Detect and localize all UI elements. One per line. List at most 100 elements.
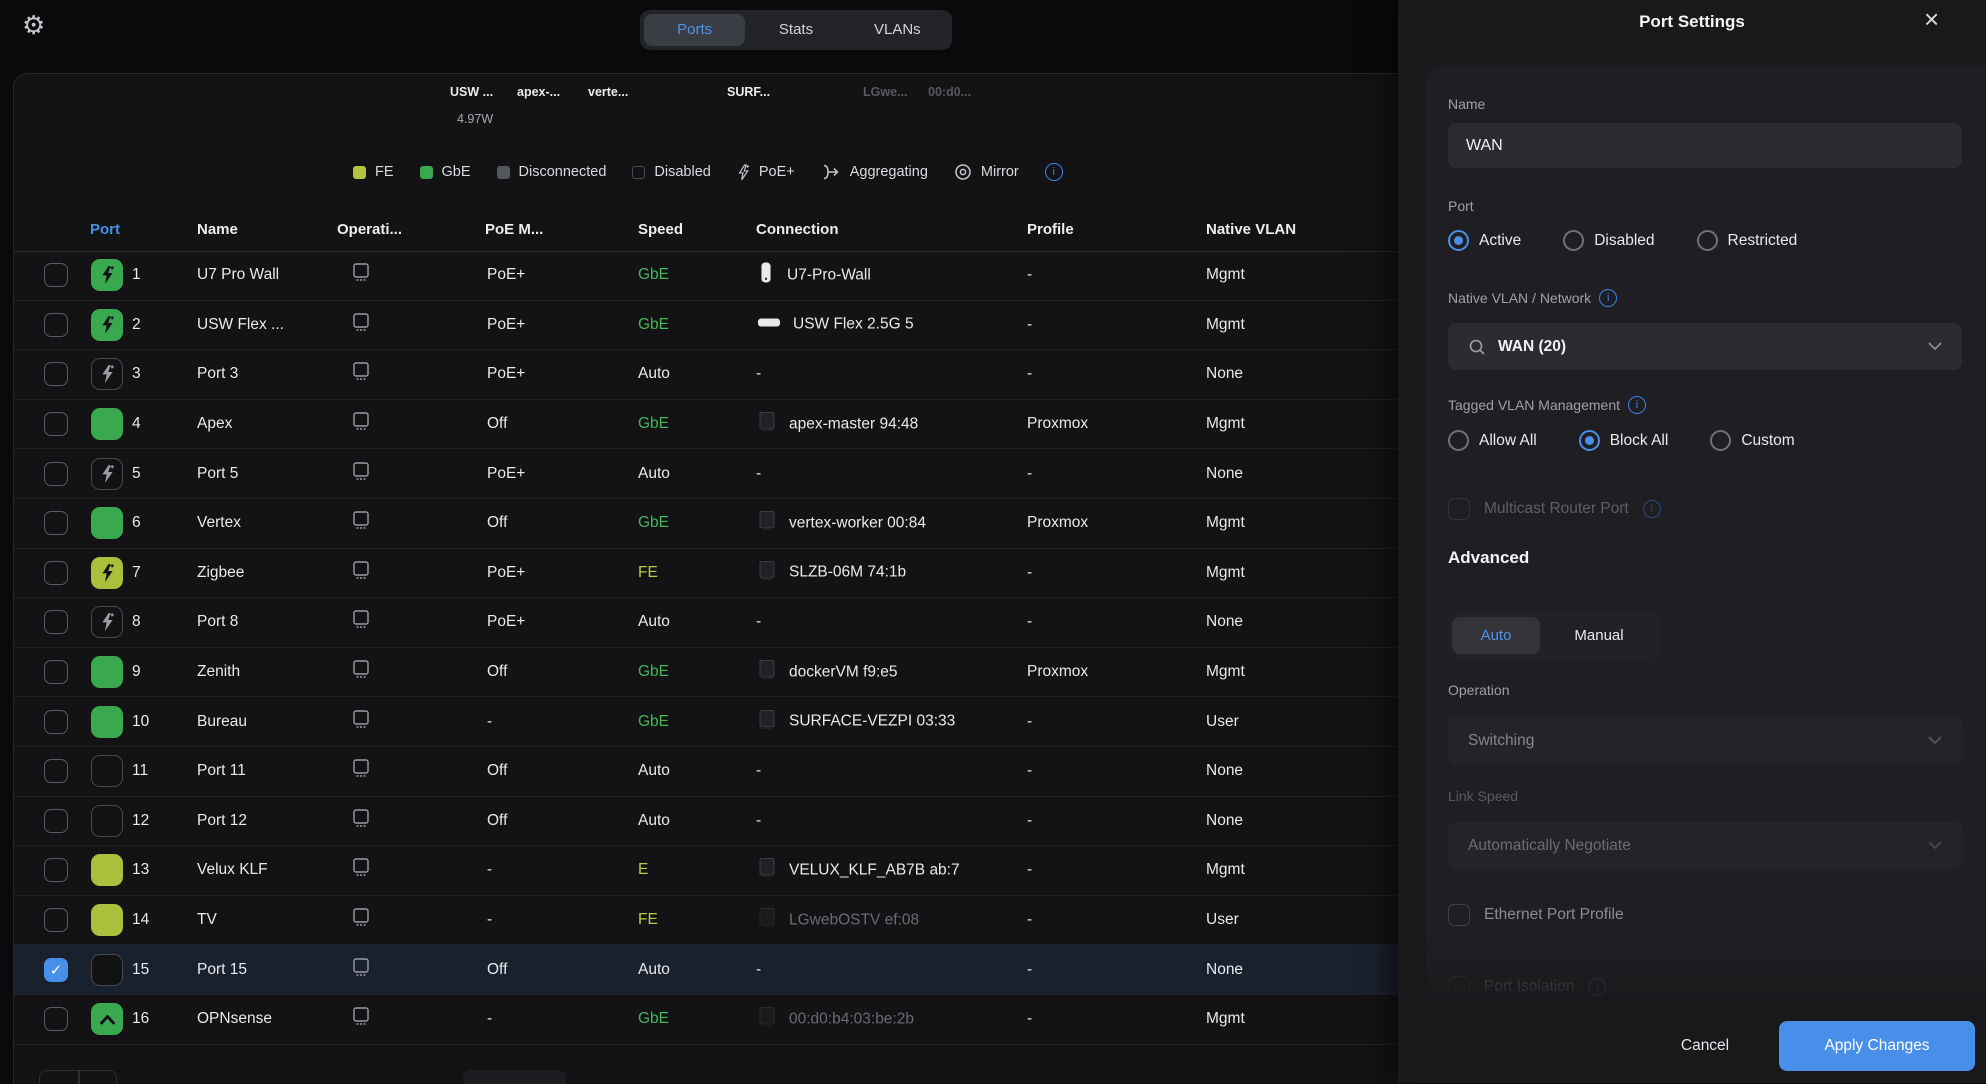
- legend-info-icon[interactable]: i: [1045, 163, 1063, 181]
- table-row-port-10[interactable]: 10Bureau-GbESURFACE-VEZPI 03:33-User: [14, 697, 1414, 747]
- pagination-next-button[interactable]: [79, 1070, 117, 1084]
- port-number: 10: [132, 713, 168, 731]
- row-checkbox-cell: [44, 858, 68, 882]
- switch-port-device-icon: [349, 1005, 373, 1029]
- tagged-vlan-info-icon[interactable]: i: [1628, 396, 1646, 414]
- close-icon[interactable]: ×: [1924, 6, 1939, 32]
- gbe-color-chip: [420, 166, 433, 179]
- row-checkbox[interactable]: ✓: [44, 958, 68, 982]
- header-name[interactable]: Name: [197, 221, 238, 238]
- table-row-port-4[interactable]: 4ApexOffGbEapex-master 94:48ProxmoxMgmt: [14, 400, 1414, 450]
- port-number: 2: [132, 316, 168, 334]
- ethernet-port-profile-checkbox[interactable]: [1448, 904, 1470, 926]
- row-checkbox[interactable]: [44, 561, 68, 585]
- radio-active[interactable]: Active: [1448, 230, 1521, 251]
- table-row-port-7[interactable]: 7ZigbeePoE+FESLZB-06M 74:1b-Mgmt: [14, 549, 1414, 599]
- table-row-port-1[interactable]: 1U7 Pro WallPoE+GbEU7-Pro-Wall-Mgmt: [14, 251, 1414, 301]
- row-checkbox[interactable]: [44, 263, 68, 287]
- table-row-port-16[interactable]: 16OPNsense-GbE00:d0:b4:03:be:2b-Mgmt: [14, 995, 1414, 1045]
- row-checkbox[interactable]: [44, 710, 68, 734]
- row-checkbox[interactable]: [44, 462, 68, 486]
- port-number: 16: [132, 1010, 168, 1028]
- table-row-port-5[interactable]: 5Port 5PoE+Auto--None: [14, 449, 1414, 499]
- table-row-port-3[interactable]: 3Port 3PoE+Auto--None: [14, 350, 1414, 400]
- switch-port-device-icon: [349, 955, 373, 979]
- radio-disabled[interactable]: Disabled: [1563, 230, 1654, 251]
- row-checkbox[interactable]: [44, 660, 68, 684]
- table-row-port-9[interactable]: 9ZenithOffGbEdockerVM f9:e5ProxmoxMgmt: [14, 648, 1414, 698]
- row-checkbox[interactable]: [44, 759, 68, 783]
- row-checkbox[interactable]: [44, 809, 68, 833]
- table-row-port-15[interactable]: ✓15Port 15OffAuto--None: [14, 945, 1414, 995]
- row-checkbox-cell: [44, 313, 68, 337]
- tab-vlans[interactable]: VLANs: [847, 14, 948, 46]
- connection-cell: -: [756, 613, 761, 631]
- multicast-info-icon[interactable]: i: [1643, 500, 1661, 518]
- apply-changes-button[interactable]: Apply Changes: [1779, 1021, 1975, 1071]
- port-status-icon: [91, 805, 123, 837]
- table-row-port-8[interactable]: 8Port 8PoE+Auto--None: [14, 598, 1414, 648]
- header-profile[interactable]: Profile: [1027, 221, 1074, 238]
- connection-name: -: [756, 812, 761, 830]
- table-row-port-2[interactable]: 2USW Flex ...PoE+GbEUSW Flex 2.5G 5-Mgmt: [14, 301, 1414, 351]
- table-row-port-14[interactable]: 14TV-FELGwebOSTV ef:08-User: [14, 896, 1414, 946]
- row-checkbox[interactable]: [44, 511, 68, 535]
- table-row-port-11[interactable]: 11Port 11OffAuto--None: [14, 747, 1414, 797]
- connection-cell: -: [756, 762, 761, 780]
- speed-value: GbE: [638, 663, 669, 681]
- row-checkbox[interactable]: [44, 412, 68, 436]
- radio-custom[interactable]: Custom: [1710, 430, 1794, 451]
- row-checkbox-cell: [44, 809, 68, 833]
- tab-stats[interactable]: Stats: [745, 14, 846, 46]
- radio-allow-all[interactable]: Allow All: [1448, 430, 1537, 451]
- row-checkbox[interactable]: [44, 362, 68, 386]
- header-operation[interactable]: Operati...: [337, 221, 402, 238]
- name-input[interactable]: WAN: [1448, 123, 1962, 168]
- table-row-port-12[interactable]: 12Port 12OffAuto--None: [14, 797, 1414, 847]
- connection-cell: 00:d0:b4:03:be:2b: [756, 1005, 914, 1034]
- row-checkbox[interactable]: [44, 858, 68, 882]
- port-status-icon: [91, 458, 123, 490]
- row-checkbox[interactable]: [44, 610, 68, 634]
- port-status-icon: [91, 358, 123, 390]
- multicast-router-port-checkbox[interactable]: [1448, 498, 1470, 520]
- row-checkbox[interactable]: [44, 313, 68, 337]
- native-vlan-info-icon[interactable]: i: [1599, 289, 1617, 307]
- header-poe-mode[interactable]: PoE M...: [485, 221, 543, 238]
- radio-restricted[interactable]: Restricted: [1697, 230, 1798, 251]
- server-device-icon: [756, 906, 778, 935]
- header-speed[interactable]: Speed: [638, 221, 683, 238]
- ap-device-icon: [756, 260, 776, 291]
- mode-manual-button[interactable]: Manual: [1540, 617, 1658, 654]
- page-size-button[interactable]: [463, 1070, 566, 1084]
- header-connection[interactable]: Connection: [756, 221, 839, 238]
- mode-auto-button[interactable]: Auto: [1452, 617, 1540, 654]
- row-checkbox[interactable]: [44, 908, 68, 932]
- connection-cell: -: [756, 961, 761, 979]
- cancel-button[interactable]: Cancel: [1650, 1021, 1760, 1071]
- search-icon: [1468, 338, 1486, 356]
- table-row-port-13[interactable]: 13Velux KLF-EVELUX_KLF_AB7B ab:7-Mgmt: [14, 846, 1414, 896]
- connection-cell: dockerVM f9:e5: [756, 658, 898, 687]
- radio-block-all[interactable]: Block All: [1579, 430, 1669, 451]
- access-point-icon: [756, 260, 776, 286]
- link-speed-select[interactable]: Automatically Negotiate: [1448, 822, 1962, 869]
- table-row-port-6[interactable]: 6VertexOffGbEvertex-worker 00:84ProxmoxM…: [14, 499, 1414, 549]
- speed-value: GbE: [638, 514, 669, 532]
- settings-gear-icon[interactable]: ⚙: [22, 12, 45, 38]
- header-native-vlan[interactable]: Native VLAN: [1206, 221, 1296, 238]
- header-port[interactable]: Port: [90, 221, 120, 238]
- native-vlan-value: None: [1206, 465, 1243, 483]
- speed-value: FE: [638, 911, 658, 929]
- row-checkbox[interactable]: [44, 1007, 68, 1031]
- disconnected-color-chip: [497, 166, 510, 179]
- tab-ports[interactable]: Ports: [644, 14, 745, 46]
- port-number: 5: [132, 465, 168, 483]
- pagination-prev-button[interactable]: [39, 1070, 79, 1084]
- ports-panel: USW ... apex-... verte... SURF... LGwe..…: [13, 73, 1414, 1084]
- radio-allow-all-control: [1448, 430, 1469, 451]
- port-device-label: LGwe...: [863, 85, 907, 99]
- native-vlan-select[interactable]: WAN (20): [1448, 323, 1962, 370]
- profile-value: -: [1027, 762, 1032, 780]
- operation-select[interactable]: Switching: [1448, 717, 1962, 764]
